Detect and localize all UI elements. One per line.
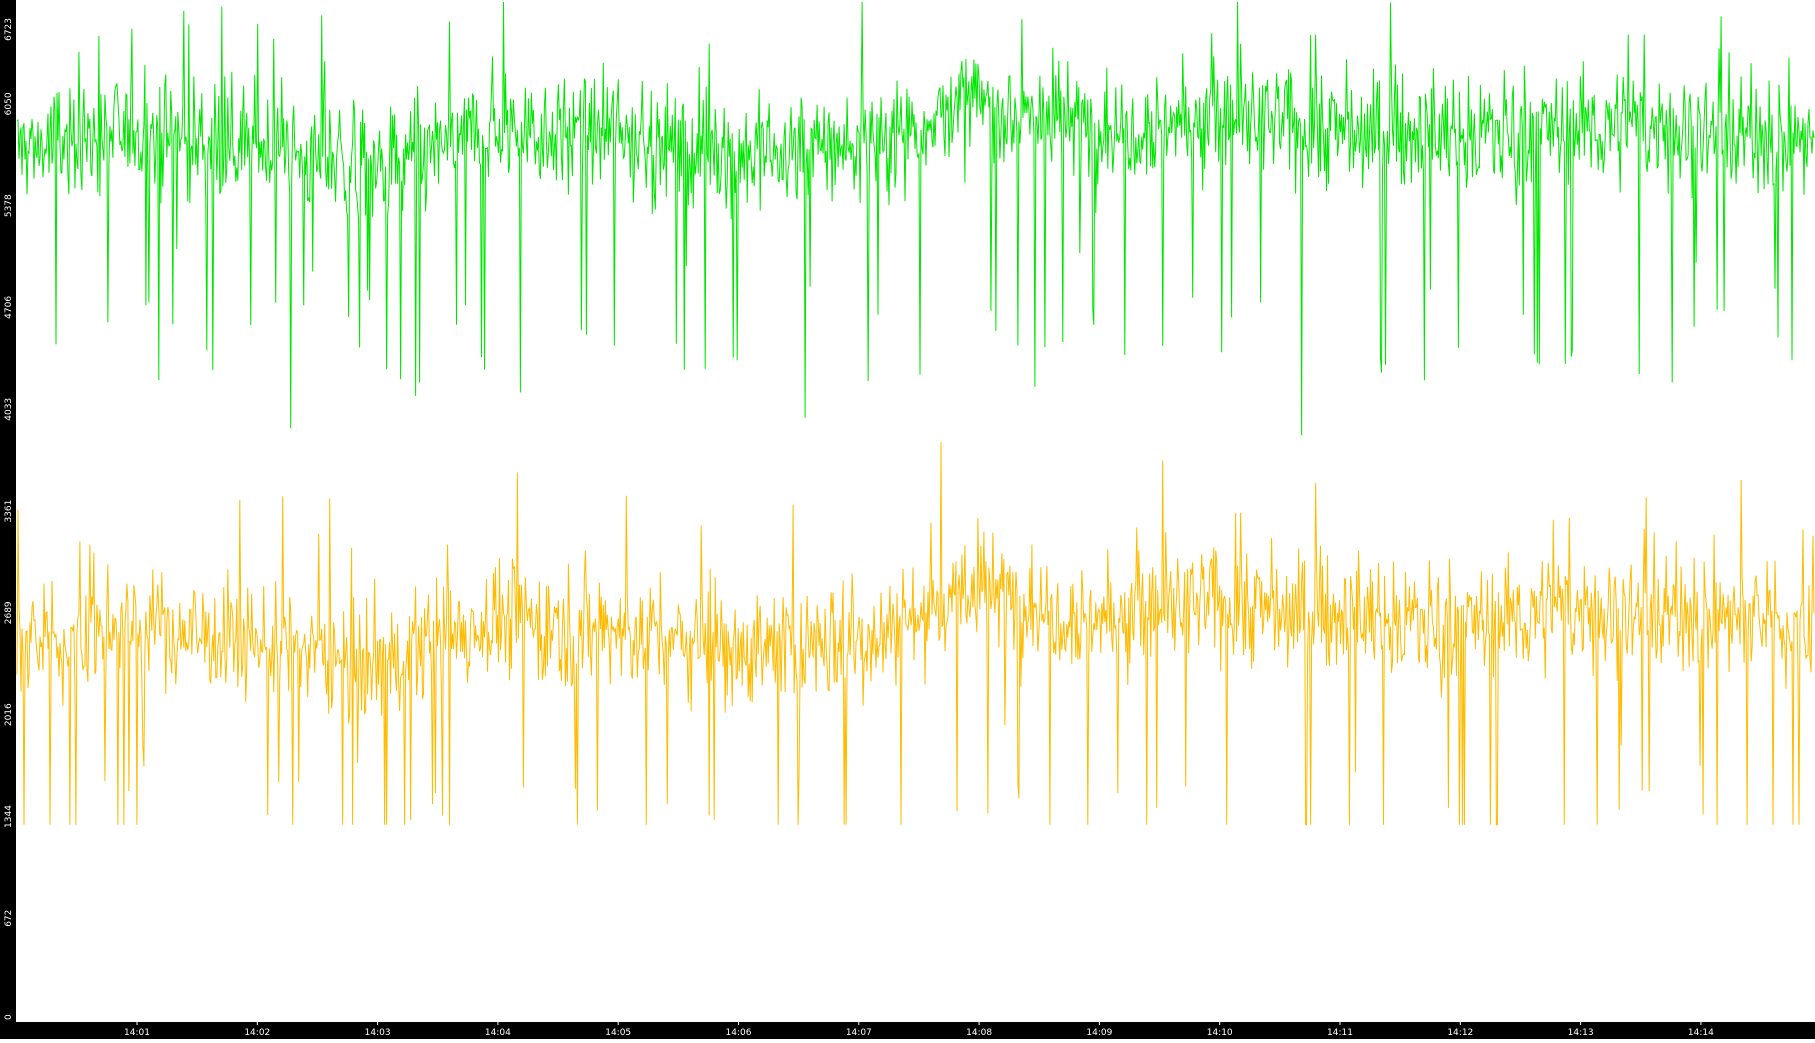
- x-tick-label: 14:10: [1207, 1028, 1233, 1038]
- x-axis-strip: [0, 1022, 1815, 1039]
- x-tick-label: 14:02: [244, 1028, 270, 1038]
- y-tick-label: 1344: [4, 805, 14, 828]
- y-tick-label: 4706: [4, 296, 14, 319]
- y-tick-label: 4033: [4, 398, 14, 421]
- y-tick-label: 5378: [4, 194, 14, 217]
- x-tick-label: 14:09: [1086, 1028, 1112, 1038]
- chart: 0 672 1344 2016 2689 3361 4033 4706 5378 6050 6723…: [0, 0, 1815, 1039]
- x-tick-label: 14:11: [1327, 1028, 1353, 1038]
- y-tick-label: 3361: [4, 500, 14, 523]
- y-tick-label: 2689: [4, 601, 14, 624]
- y-tick-label: 6723: [4, 18, 14, 41]
- x-tick-label: 14:01: [124, 1028, 150, 1038]
- x-tick-label: 14:03: [365, 1028, 391, 1038]
- x-tick-label: 14:06: [726, 1028, 752, 1038]
- chart-svg: 0 672 1344 2016 2689 3361 4033 4706 5378 6050 6723…: [0, 0, 1815, 1039]
- x-tick-label: 14:07: [846, 1028, 872, 1038]
- x-tick-label: 14:12: [1447, 1028, 1473, 1038]
- y-tick-label: 6050: [4, 92, 14, 115]
- x-tick-label: 14:08: [966, 1028, 992, 1038]
- y-tick-label: 2016: [4, 703, 14, 726]
- x-tick-label: 14:14: [1688, 1028, 1714, 1038]
- x-tick-label: 14:13: [1568, 1028, 1594, 1038]
- x-tick-label: 14:05: [605, 1028, 631, 1038]
- x-tick-label: 14:04: [485, 1028, 511, 1038]
- y-tick-label: 672: [4, 910, 14, 927]
- y-tick-label: 0: [4, 1014, 14, 1020]
